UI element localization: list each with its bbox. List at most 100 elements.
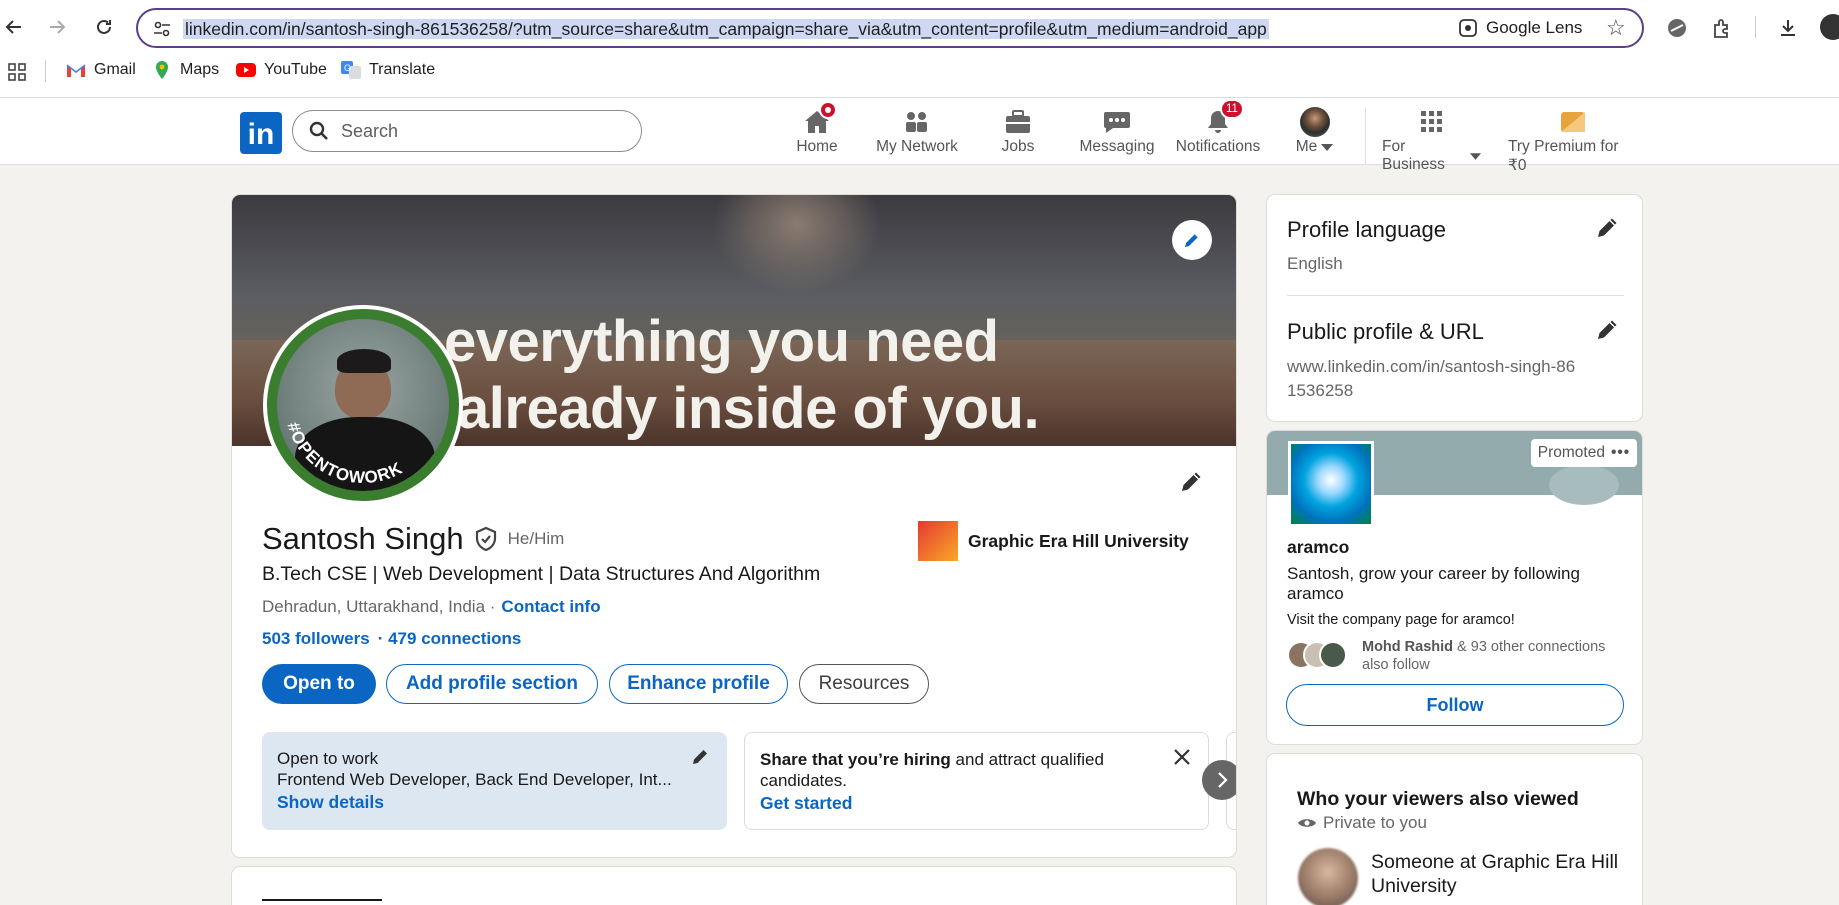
viewers-title: Who your viewers also viewed	[1297, 788, 1579, 810]
chevron-down-icon	[1321, 144, 1334, 151]
ad-company-name[interactable]: aramco	[1287, 537, 1349, 558]
nav-home[interactable]: Home	[791, 101, 843, 156]
profile-language-title: Profile language	[1287, 217, 1447, 242]
hiring-card[interactable]: Share that you’re hiring and attract qua…	[744, 732, 1209, 830]
linkedin-logo[interactable]: in	[240, 112, 282, 154]
name-row: Santosh Singh He/Him	[262, 521, 564, 557]
connection-avatar	[1319, 641, 1347, 669]
network-stats: 503 followers · 479 connections	[262, 629, 521, 649]
contact-info-link[interactable]: Contact info	[501, 597, 600, 617]
ad-connections-text: Mohd Rashid & 93 other connections also …	[1362, 638, 1627, 674]
network-icon	[906, 112, 927, 132]
bookmark-maps[interactable]: Maps	[152, 61, 219, 79]
open-to-work-title: Open to work	[277, 749, 379, 768]
pencil-icon	[1598, 320, 1617, 339]
resources-button[interactable]: Resources	[799, 664, 929, 704]
promoted-label[interactable]: Promoted •••	[1531, 439, 1637, 467]
nav-try-premium[interactable]: Try Premium for ₹0	[1508, 106, 1638, 175]
enhance-profile-button[interactable]: Enhance profile	[609, 664, 788, 704]
chevron-right-icon	[1218, 772, 1228, 788]
nav-me[interactable]: Me	[1292, 106, 1338, 156]
more-options-icon[interactable]: •••	[1611, 444, 1630, 462]
edit-profile-language-button[interactable]	[1594, 215, 1620, 246]
education-entry[interactable]: Graphic Era Hill University	[918, 521, 1189, 561]
nav-jobs[interactable]: Jobs	[998, 106, 1038, 156]
browser-chrome: linkedin.com/in/santosh-singh-861536258/…	[0, 0, 1839, 98]
eye-icon	[1298, 819, 1316, 827]
nav-my-network[interactable]: My Network	[874, 106, 960, 156]
browser-profile-avatar[interactable]	[1820, 14, 1839, 40]
back-icon[interactable]	[1, 14, 27, 40]
location-row: Dehradun, Uttarakhand, India · Contact i…	[262, 597, 601, 617]
message-icon	[1104, 112, 1130, 133]
pencil-icon	[693, 750, 707, 764]
briefcase-icon	[1006, 110, 1030, 133]
profile-language-value: English	[1287, 254, 1343, 273]
viewer-name[interactable]: Someone at Graphic Era Hill University	[1371, 850, 1631, 898]
edit-banner-button[interactable]	[1172, 220, 1212, 260]
profile-headline: B.Tech CSE | Web Development | Data Stru…	[262, 563, 821, 585]
banner-text-line-2: already inside of you.	[457, 376, 1040, 441]
nav-messaging[interactable]: Messaging	[1077, 106, 1157, 156]
search-box[interactable]	[292, 110, 642, 152]
profile-photo[interactable]: #OPENTOWORK	[263, 305, 463, 505]
address-bar[interactable]: linkedin.com/in/santosh-singh-861536258/…	[136, 8, 1644, 48]
home-notification-dot	[819, 101, 837, 119]
pencil-icon	[1182, 472, 1201, 491]
profile-settings-card: Profile language English Public profile …	[1266, 194, 1643, 422]
open-to-button[interactable]: Open to	[262, 664, 376, 704]
edit-intro-button[interactable]	[1178, 469, 1204, 500]
education-name: Graphic Era Hill University	[968, 530, 1189, 551]
carousel-next-button[interactable]	[1202, 760, 1236, 800]
forward-icon[interactable]	[44, 14, 70, 40]
me-avatar-icon	[1300, 107, 1330, 137]
nav-notifications[interactable]: 11 Notifications	[1175, 99, 1261, 156]
bookmark-label: Translate	[369, 61, 436, 78]
location: Dehradun, Uttarakhand, India ·	[262, 597, 496, 616]
edit-public-profile-button[interactable]	[1594, 317, 1620, 348]
close-icon[interactable]	[1173, 748, 1191, 771]
verified-shield-icon[interactable]	[474, 526, 498, 552]
bookmark-youtube[interactable]: YouTube	[236, 61, 327, 79]
aramco-logo[interactable]	[1288, 441, 1374, 527]
public-profile-url[interactable]: www.linkedin.com/in/santosh-singh-861536…	[1287, 355, 1577, 403]
site-settings-icon[interactable]	[152, 19, 172, 39]
edit-open-to-work-button[interactable]	[690, 747, 710, 772]
connection-name: Mohd Rashid	[1362, 639, 1454, 655]
bookmark-gmail[interactable]: Gmail	[66, 61, 136, 79]
banner-figure	[712, 195, 882, 295]
open-to-work-card[interactable]: Open to work Frontend Web Developer, Bac…	[262, 732, 727, 830]
open-to-work-roles: Frontend Web Developer, Back End Develop…	[277, 770, 672, 789]
translate-icon: G	[341, 61, 361, 79]
show-details-link[interactable]: Show details	[277, 792, 384, 813]
promoted-text: Promoted	[1537, 444, 1605, 461]
maps-icon	[152, 61, 172, 79]
followers-link[interactable]: 503 followers	[262, 629, 370, 649]
toolbar-divider	[1755, 16, 1756, 38]
nav-for-business[interactable]: For Business	[1382, 106, 1482, 174]
connections-link[interactable]: · 479 connections	[378, 629, 522, 649]
add-profile-section-button[interactable]: Add profile section	[386, 664, 598, 704]
download-icon[interactable]	[1775, 15, 1801, 41]
get-started-link[interactable]: Get started	[760, 793, 852, 814]
follow-button[interactable]: Follow	[1286, 684, 1624, 726]
profile-sync-icon[interactable]	[1664, 15, 1690, 41]
next-section-title-peek	[262, 899, 382, 905]
linkedin-navbar: in Home My Network Jobs Messaging 11	[0, 98, 1839, 174]
viewer-avatar-blurred	[1298, 848, 1358, 905]
bookmark-label: YouTube	[264, 61, 327, 78]
lens-icon	[1459, 19, 1477, 37]
profile-name: Santosh Singh	[262, 521, 464, 556]
bookmark-star-icon[interactable]: ☆	[1606, 15, 1626, 41]
bookmark-translate[interactable]: G Translate	[341, 61, 435, 79]
ad-banner-shape	[1549, 465, 1619, 505]
apps-grid-icon[interactable]	[8, 63, 26, 86]
extensions-icon[interactable]	[1709, 15, 1735, 41]
nav-label: Home	[796, 138, 838, 155]
url-text[interactable]: linkedin.com/in/santosh-singh-861536258/…	[183, 19, 1269, 39]
grid-icon	[1421, 111, 1442, 132]
ad-message: Santosh, grow your career by following a…	[1287, 564, 1580, 603]
google-lens-button[interactable]: Google Lens	[1458, 18, 1582, 38]
search-input[interactable]	[341, 120, 621, 142]
reload-icon[interactable]	[91, 14, 117, 40]
